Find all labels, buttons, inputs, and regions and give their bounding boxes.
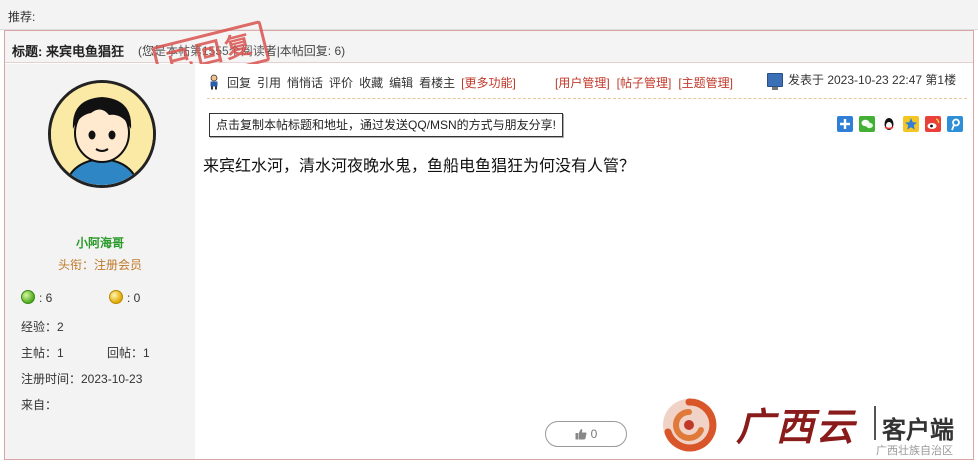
green-ball-icon [21,290,35,304]
reply-link[interactable]: 回复 [227,74,251,91]
share-icons [837,116,963,132]
brand-client: 客户端 [882,417,954,444]
weibo-icon[interactable] [925,116,941,132]
yellow-ball-icon [109,290,123,304]
quote-link[interactable]: 引用 [257,74,281,91]
thumbs-up-icon [575,429,587,440]
recommend-label: 推荐: [8,10,36,24]
user-management-link[interactable]: [用户管理] [555,74,610,91]
tencent-weibo-icon[interactable] [947,116,963,132]
guangxi-cloud-watermark: 广西云 客户端 广西壮族自治区 [656,392,976,464]
green-ball-stat: : 6 [21,290,52,305]
like-count: 0 [590,427,598,441]
post-toolbar: 回复 引用 悄悄话 评价 收藏 编辑 看楼主 [更多功能] [207,72,516,92]
brand-name: 广西云 [736,404,857,449]
favorite-link[interactable]: 收藏 [359,74,383,91]
post-management-link[interactable]: [帖子管理] [617,74,672,91]
username[interactable]: 小阿海哥 [5,234,195,251]
wechat-icon[interactable] [859,116,875,132]
user-rank: 头衔：注册会员 [57,258,142,272]
recommend-bar: 推荐: [0,0,978,30]
brand-sub: 广西壮族自治区 [876,445,953,457]
green-ball-count: 6 [45,291,53,305]
only-author-link[interactable]: 看楼主 [419,74,455,91]
post-title: 标题: 来宾电鱼猖狂 [12,44,124,59]
like-button[interactable]: 0 [545,421,627,447]
register-date: 注册时间：2023-10-23 [21,372,143,386]
posted-info: 发表于 2023-10-23 22:47 第1楼 [767,71,957,90]
reply-count: 回帖：1 [107,346,150,360]
copy-share-button[interactable]: 点击复制本帖标题和地址，通过发送QQ/MSN的方式与朋友分享! [209,113,564,137]
yellow-ball-stat: : 0 [109,290,140,305]
post-body: 来宾红水河，清水河夜晚水鬼，鱼船电鱼猖狂为何没有人管？ [203,158,636,175]
more-functions-link[interactable]: [更多功能] [461,74,516,91]
toolbar-divider [207,98,967,99]
posted-text: 发表于 2023-10-23 22:47 第1楼 [788,73,957,87]
experience: 经验：2 [21,320,64,334]
user-figure-icon [210,74,218,90]
topic-count: 主帖：1 [21,346,64,360]
monitor-icon [767,72,783,90]
qq-icon[interactable] [881,116,897,132]
yellow-ball-count: 0 [133,291,141,305]
brand-divider [874,406,876,440]
from-location: 来自： [21,398,58,412]
topic-management-link[interactable]: [主题管理] [678,74,733,91]
rate-link[interactable]: 评价 [329,74,353,91]
avatar[interactable] [48,80,156,188]
qzone-star-icon[interactable] [903,116,919,132]
edit-link[interactable]: 编辑 [389,74,413,91]
private-message-link[interactable]: 悄悄话 [287,74,323,91]
avatar-illustration [51,83,153,185]
author-sidebar: 小阿海哥 头衔：注册会员 : 6 : 0 经验：2 主帖：1 回帖：1 注册时间… [5,64,195,459]
add-share-icon[interactable] [837,116,853,132]
management-links: [用户管理] [帖子管理] [主题管理] [555,74,733,91]
post-title-row: 标题: 来宾电鱼猖狂 (您是本帖第1555个阅读者|本帖回复: 6) [5,31,973,63]
